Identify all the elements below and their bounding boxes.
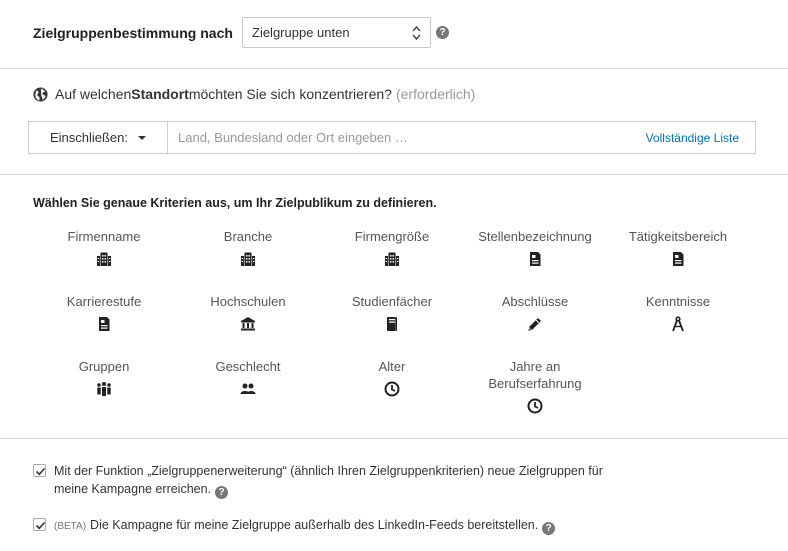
offsite-delivery-text-wrap: (BETA) Die Kampagne für meine Zielgruppe … xyxy=(54,516,556,536)
compass-icon xyxy=(672,316,684,332)
criterion-hochschulen[interactable]: Hochschulen xyxy=(173,293,323,332)
divider xyxy=(0,68,788,69)
company-icon xyxy=(97,252,111,266)
criterion-label: Studienfächer xyxy=(351,294,433,309)
location-question-bold: Standort xyxy=(131,86,189,102)
full-list-link[interactable]: Vollständige Liste xyxy=(646,131,739,145)
criterion-label: Alter xyxy=(378,359,406,374)
offsite-delivery-checkbox[interactable] xyxy=(33,518,46,531)
checkmark-icon xyxy=(35,467,46,476)
criterion-label: Stellenbezeichnung xyxy=(478,229,592,244)
document-icon xyxy=(99,317,110,331)
targeting-row: Zielgruppenbestimmung nach xyxy=(33,17,233,48)
include-dropdown[interactable]: Einschließen: xyxy=(29,122,168,153)
group-icon xyxy=(97,382,111,396)
caret-down-icon xyxy=(138,135,147,140)
book-icon xyxy=(387,317,397,331)
document-icon xyxy=(530,252,541,266)
criterion-abschluesse[interactable]: Abschlüsse xyxy=(460,293,610,332)
criterion-firmenname[interactable]: Firmenname xyxy=(29,228,179,267)
offsite-delivery-option: (BETA) Die Kampagne für meine Zielgruppe … xyxy=(33,516,733,536)
targeting-select[interactable]: Zielgruppe unten xyxy=(242,17,431,48)
criterion-berufserfahrung[interactable]: Jahre an Berufserfahrung xyxy=(460,358,610,414)
criterion-branche[interactable]: Branche xyxy=(173,228,323,267)
university-icon xyxy=(241,317,255,331)
criterion-label: Jahre an Berufserfahrung xyxy=(488,359,582,391)
include-label: Einschließen: xyxy=(49,130,129,145)
criterion-label: Tätigkeitsbereich xyxy=(628,229,728,244)
audience-expansion-text: Mit der Funktion „Zielgruppenerweiterung… xyxy=(54,464,603,496)
checkmark-icon xyxy=(35,521,46,530)
document-icon xyxy=(673,252,684,266)
company-icon xyxy=(241,252,255,266)
criterion-geschlecht[interactable]: Geschlecht xyxy=(173,358,323,397)
clock-icon xyxy=(527,398,543,414)
criterion-kenntnisse[interactable]: Kenntnisse xyxy=(603,293,753,332)
help-icon[interactable]: ? xyxy=(436,26,449,39)
location-question: Auf welchen Standort möchten Sie sich ko… xyxy=(33,86,475,102)
location-box: Einschließen: Vollständige Liste xyxy=(28,121,756,154)
criterion-taetigkeitsbereich[interactable]: Tätigkeitsbereich xyxy=(603,228,753,267)
people-icon xyxy=(240,383,256,394)
clock-icon xyxy=(384,381,400,397)
criterion-stellenbezeichnung[interactable]: Stellenbezeichnung xyxy=(460,228,610,267)
globe-icon xyxy=(33,86,48,102)
divider xyxy=(0,174,788,175)
criterion-gruppen[interactable]: Gruppen xyxy=(29,358,179,397)
criterion-firmengroesse[interactable]: Firmengröße xyxy=(317,228,467,267)
help-icon[interactable]: ? xyxy=(215,486,229,499)
criterion-label: Karrierestufe xyxy=(66,294,142,309)
criterion-studienfaecher[interactable]: Studienfächer xyxy=(317,293,467,332)
audience-expansion-checkbox[interactable] xyxy=(33,464,46,477)
diploma-icon xyxy=(528,318,541,331)
criterion-label: Gruppen xyxy=(78,359,130,374)
criterion-label: Hochschulen xyxy=(210,294,286,309)
targeting-label: Zielgruppenbestimmung nach xyxy=(33,24,233,41)
criterion-label: Geschlecht xyxy=(215,359,281,374)
select-arrows-icon xyxy=(412,25,421,41)
divider xyxy=(0,438,788,439)
criterion-label: Branche xyxy=(223,229,273,244)
audience-expansion-option: Mit der Funktion „Zielgruppenerweiterung… xyxy=(33,462,603,499)
criterion-alter[interactable]: Alter xyxy=(317,358,467,397)
location-input[interactable] xyxy=(168,122,646,153)
location-question-suffix: möchten Sie sich konzentrieren? xyxy=(188,86,392,102)
criteria-title: Wählen Sie genaue Kriterien aus, um Ihr … xyxy=(33,196,437,210)
location-question-prefix: Auf welchen xyxy=(55,86,132,102)
required-note: (erforderlich) xyxy=(395,86,476,102)
criterion-karrierestufe[interactable]: Karrierestufe xyxy=(29,293,179,332)
help-icon[interactable]: ? xyxy=(542,522,556,535)
criterion-label: Firmengröße xyxy=(354,229,430,244)
company-icon xyxy=(385,252,399,266)
beta-tag: (BETA) xyxy=(54,521,87,532)
offsite-delivery-text: Die Kampagne für meine Zielgruppe außerh… xyxy=(90,518,539,532)
criterion-label: Abschlüsse xyxy=(501,294,569,309)
audience-expansion-text-wrap: Mit der Funktion „Zielgruppenerweiterung… xyxy=(54,462,603,499)
targeting-select-value: Zielgruppe unten xyxy=(252,25,350,40)
criterion-label: Kenntnisse xyxy=(645,294,711,309)
criterion-label: Firmenname xyxy=(67,229,141,244)
